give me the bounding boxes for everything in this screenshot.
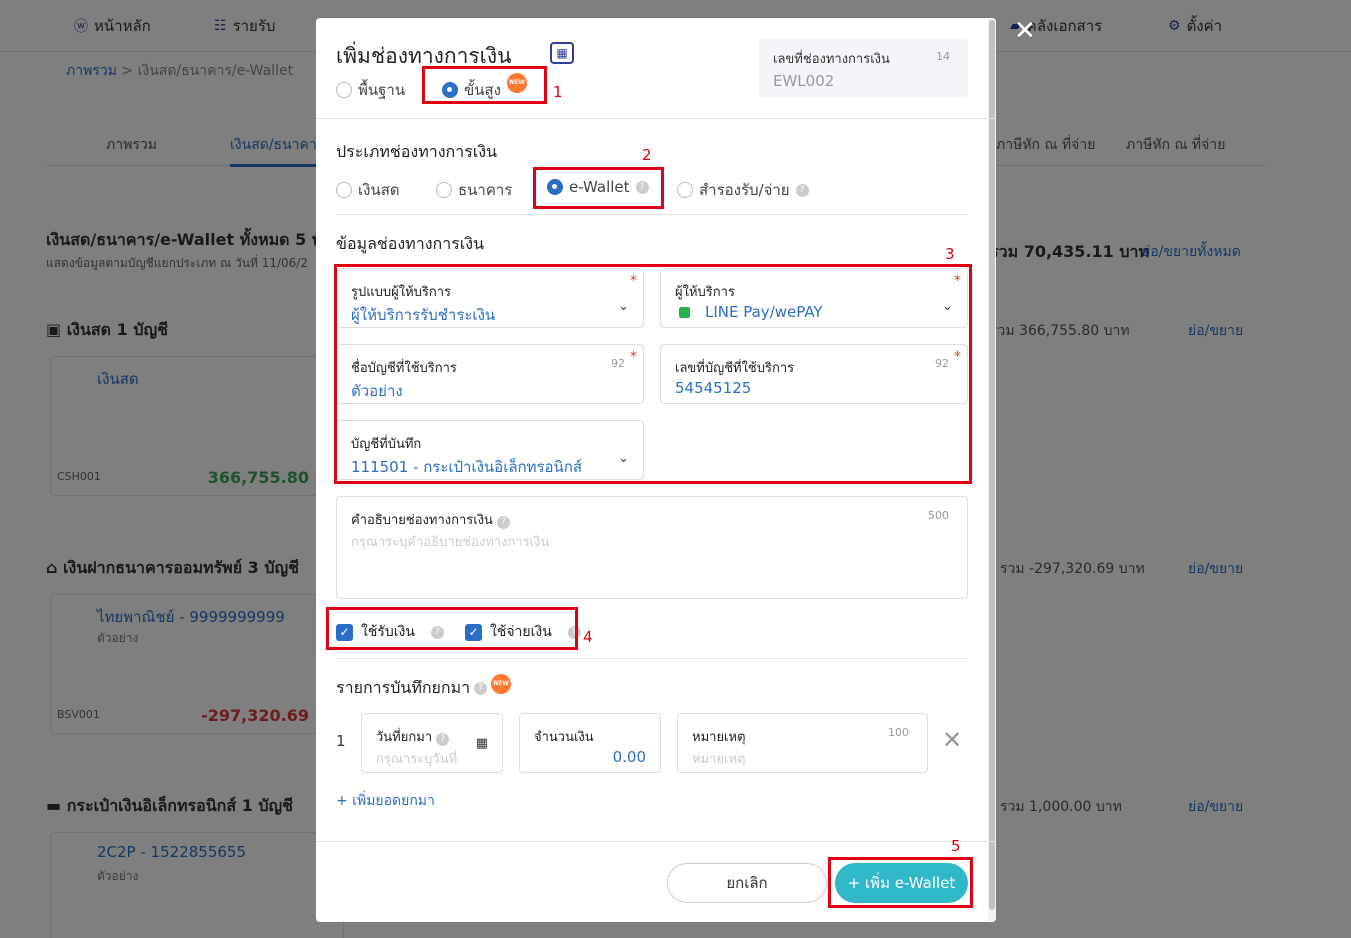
- help-icon[interactable]: ?: [497, 516, 511, 529]
- annotation-number-4: 4: [583, 628, 593, 646]
- divider: [336, 214, 968, 215]
- radio-icon: [336, 182, 352, 198]
- annotation-box-4: [326, 607, 578, 650]
- close-icon[interactable]: ✕: [1014, 16, 1036, 46]
- grid-menu-icon[interactable]: ▦: [550, 42, 574, 64]
- carry-amount-input[interactable]: จำนวนเงิน 0.00: [519, 713, 661, 773]
- doc-number-value: EWL002: [773, 72, 835, 90]
- divider: [336, 658, 968, 659]
- help-icon[interactable]: ?: [795, 183, 809, 197]
- field-label: วันที่ยกมา ?: [376, 726, 450, 747]
- heading-text: รายการบันทึกยกมา: [336, 678, 471, 697]
- divider: [316, 118, 996, 119]
- annotation-number-1: 1: [553, 83, 563, 101]
- type-cash-radio[interactable]: เงินสด: [336, 178, 400, 202]
- field-placeholder: กรุณาระบุคำอธิบายช่องทางการเงิน: [351, 535, 550, 550]
- carry-date-input[interactable]: วันที่ยกมา ? กรุณาระบุวันที่ ▦: [361, 713, 503, 773]
- radio-icon: [336, 82, 352, 98]
- help-icon[interactable]: ?: [436, 733, 450, 746]
- annotation-box-3: [334, 264, 972, 484]
- label-text: วันที่ยกมา: [376, 730, 433, 745]
- doc-number-label: เลขที่ช่องทางการเงิน: [773, 52, 890, 67]
- annotation-number-2: 2: [642, 146, 652, 164]
- cancel-button[interactable]: ยกเลิก: [667, 863, 827, 903]
- info-heading: ข้อมูลช่องทางการเงิน: [336, 234, 485, 253]
- carry-forward-heading: รายการบันทึกยกมา? NEW: [336, 673, 512, 701]
- annotation-box-1: [422, 66, 547, 104]
- doc-number-count: 14: [936, 50, 950, 63]
- annotation-number-3: 3: [945, 245, 955, 263]
- carry-note-input[interactable]: หมายเหตุ 100 หมายเหตุ: [677, 713, 928, 773]
- annotation-box-5: [828, 857, 973, 908]
- remove-row-icon[interactable]: ✕: [942, 726, 962, 754]
- field-label: จำนวนเงิน: [534, 730, 594, 745]
- radio-label: พื้นฐาน: [358, 81, 406, 99]
- label-text: คำอธิบายช่องทางการเงิน: [351, 513, 493, 528]
- doc-number-box: เลขที่ช่องทางการเงิน 14 EWL002: [759, 38, 968, 98]
- radio-label: สำรองรับ/จ่าย: [699, 181, 790, 199]
- radio-icon: [436, 182, 452, 198]
- char-count: 100: [888, 726, 909, 739]
- annotation-number-5: 5: [951, 837, 961, 855]
- field-value: 0.00: [612, 748, 646, 766]
- add-carry-forward-link[interactable]: + เพิ่มยอดยกมา: [336, 790, 435, 812]
- new-badge-icon: NEW: [491, 673, 512, 694]
- radio-label: เงินสด: [358, 181, 400, 199]
- radio-icon: [677, 182, 693, 198]
- type-heading: ประเภทช่องทางการเงิน: [336, 142, 498, 161]
- field-placeholder: หมายเหตุ: [692, 752, 746, 767]
- field-label: คำอธิบายช่องทางการเงิน ?: [351, 509, 511, 530]
- help-icon[interactable]: ?: [474, 682, 488, 695]
- modal-scrollbar[interactable]: [988, 18, 996, 922]
- type-bank-radio[interactable]: ธนาคาร: [436, 178, 512, 202]
- row-number: 1: [336, 732, 346, 750]
- type-reserve-radio[interactable]: สำรองรับ/จ่าย?: [677, 178, 809, 202]
- annotation-box-2: [533, 167, 664, 209]
- field-label: หมายเหตุ: [692, 730, 746, 745]
- radio-label: ธนาคาร: [458, 181, 513, 199]
- divider: [316, 841, 996, 842]
- description-textarea[interactable]: คำอธิบายช่องทางการเงิน ? 500 กรุณาระบุคำ…: [336, 496, 968, 599]
- scrollbar-thumb[interactable]: [989, 20, 995, 910]
- char-count: 500: [928, 509, 949, 522]
- mode-basic-radio[interactable]: พื้นฐาน: [336, 78, 405, 102]
- calendar-icon[interactable]: ▦: [476, 736, 488, 751]
- field-placeholder: กรุณาระบุวันที่: [376, 752, 458, 767]
